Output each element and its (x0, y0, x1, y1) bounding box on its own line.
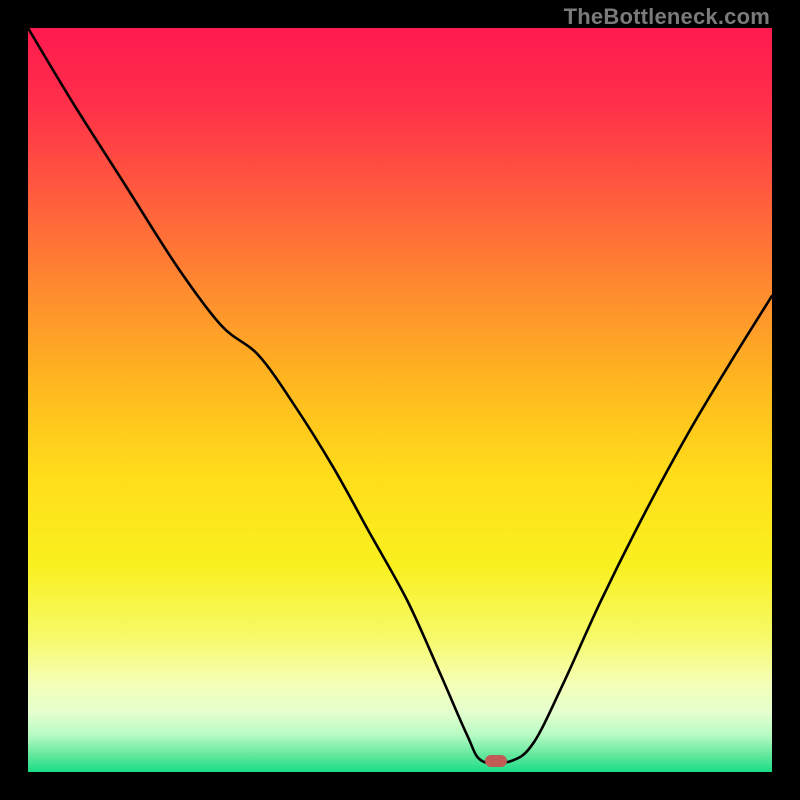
optimum-marker (485, 755, 507, 767)
watermark-text: TheBottleneck.com (564, 4, 770, 30)
chart-frame: TheBottleneck.com (0, 0, 800, 800)
bottleneck-curve (28, 28, 772, 772)
plot-area (28, 28, 772, 772)
